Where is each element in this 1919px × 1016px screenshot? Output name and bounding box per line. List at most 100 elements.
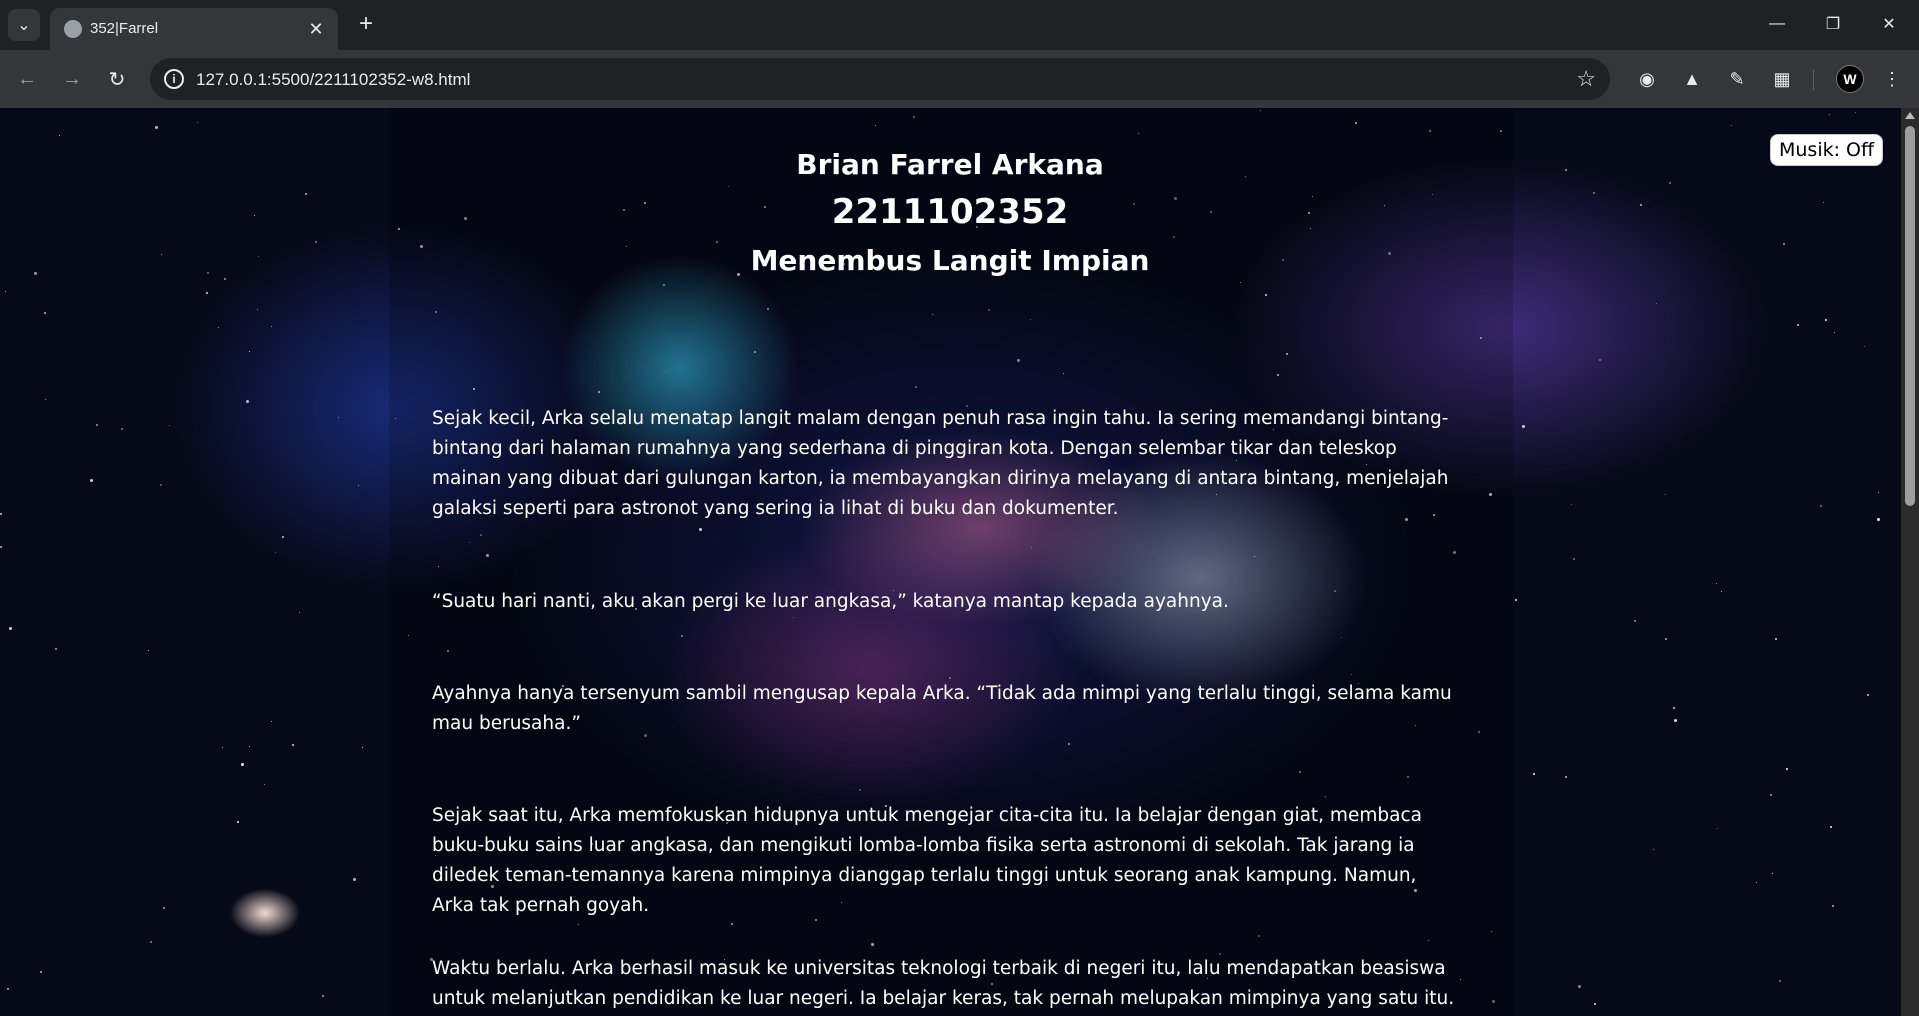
star-dot [40, 971, 42, 973]
star-dot [1578, 985, 1581, 988]
chevron-down-icon: ⌄ [17, 17, 31, 34]
star-dot [292, 744, 294, 746]
star-dot [1594, 1003, 1596, 1005]
minimize-button[interactable]: — [1754, 6, 1800, 42]
restore-button[interactable]: ❐ [1810, 6, 1856, 42]
student-id: 2211102352 [831, 192, 1069, 232]
star-dot [1515, 599, 1517, 601]
star-dot [1673, 707, 1675, 709]
page-scrollbar[interactable] [1901, 108, 1919, 1016]
star-dot [155, 126, 158, 129]
toolbar-divider [1813, 70, 1814, 90]
star-dot [224, 278, 226, 280]
reload-button[interactable]: ↻ [101, 63, 133, 95]
menu-kebab-icon[interactable]: ⋮ [1876, 63, 1908, 95]
music-toggle-button[interactable]: Musik: Off [1770, 134, 1884, 166]
star-dot [1830, 826, 1832, 828]
star-dot [0, 546, 2, 548]
star-dot [1665, 494, 1666, 495]
star-dot [1674, 719, 1677, 722]
star-dot [1571, 504, 1572, 505]
star-dot [1656, 303, 1657, 304]
story-paragraph: Sejak saat itu, Arka memfokuskan hidupny… [432, 805, 1422, 916]
star-dot [1832, 905, 1834, 907]
star-dot [1772, 873, 1773, 874]
scroll-thumb[interactable] [1905, 126, 1915, 506]
forward-button[interactable]: → [56, 63, 88, 95]
extension-brush-icon[interactable]: ✎ [1721, 63, 1753, 95]
star-dot [1669, 182, 1671, 184]
extension-rocket-icon[interactable]: ▲ [1676, 63, 1708, 95]
star-dot [241, 763, 244, 766]
star-dot [362, 747, 363, 748]
star-dot [1829, 114, 1830, 115]
site-info-icon[interactable]: i [164, 69, 184, 89]
star-dot [1797, 324, 1799, 326]
url-text[interactable]: 127.0.0.1:5500/2211102352-w8.html [196, 70, 470, 90]
browser-toolbar: ← → ↻ i 127.0.0.1:5500/2211102352-w8.htm… [0, 50, 1919, 108]
author-name: Brian Farrel Arkana [796, 148, 1104, 181]
star-dot [1756, 882, 1757, 883]
star-dot [0, 513, 2, 515]
story-paragraph: Sejak kecil, Arka selalu menatap langit … [432, 408, 1449, 519]
star-dot [59, 135, 60, 136]
tab-strip: ⌄ 352|Farrel ✕ + — ❐ ✕ [0, 0, 1919, 50]
star-dot [1717, 828, 1718, 829]
profile-avatar[interactable]: W [1836, 65, 1864, 93]
star-dot [1634, 620, 1636, 622]
star-dot [249, 351, 250, 352]
star-dot [222, 747, 223, 748]
new-tab-button[interactable]: + [352, 10, 380, 38]
tab-title: 352|Farrel [90, 20, 159, 37]
star-dot [1565, 776, 1567, 778]
star-dot [1878, 492, 1879, 493]
star-dot [5, 291, 6, 292]
star-dot [1877, 518, 1880, 521]
star-dot [169, 425, 170, 426]
star-dot [55, 648, 57, 650]
star-dot [148, 650, 149, 651]
star-dot [150, 941, 152, 943]
star-dot [96, 424, 98, 426]
bookmark-star-icon[interactable]: ☆ [1576, 66, 1596, 92]
browser-tab[interactable]: 352|Farrel ✕ [50, 8, 338, 50]
star-dot [338, 417, 339, 418]
star-dot [271, 326, 272, 327]
star-dot [1731, 125, 1732, 126]
close-icon[interactable]: ✕ [304, 17, 328, 41]
star-dot [1864, 346, 1865, 347]
story-title: Menembus Langit Impian [750, 244, 1150, 277]
scroll-up-arrow-icon[interactable] [1905, 112, 1915, 119]
star-dot [1834, 332, 1835, 333]
star-dot [7, 988, 9, 990]
star-dot [246, 400, 249, 403]
star-dot [249, 746, 250, 747]
star-dot [1779, 980, 1781, 982]
star-dot [1867, 694, 1869, 696]
star-dot [1855, 112, 1856, 113]
star-dot [264, 784, 265, 785]
star-dot [121, 428, 123, 430]
star-dot [271, 721, 272, 722]
star-dot [257, 309, 258, 310]
star-dot [206, 292, 208, 294]
close-window-button[interactable]: ✕ [1866, 6, 1912, 42]
extension-glasses-icon[interactable]: ◉ [1631, 63, 1663, 95]
star-dot [322, 995, 324, 997]
star-dot [1522, 425, 1525, 428]
star-dot [1653, 849, 1654, 850]
star-dot [1716, 583, 1717, 584]
star-dot [218, 327, 219, 328]
star-dot [197, 122, 198, 123]
star-dot [160, 484, 162, 486]
back-button[interactable]: ← [11, 63, 43, 95]
star-dot [1825, 319, 1827, 321]
tab-search-button[interactable]: ⌄ [8, 9, 40, 41]
star-dot [163, 907, 165, 909]
star-dot [353, 878, 356, 881]
extensions-puzzle-icon[interactable]: ▦ [1766, 63, 1798, 95]
address-bar[interactable]: i 127.0.0.1:5500/2211102352-w8.html ☆ [150, 58, 1610, 100]
star-dot [282, 536, 284, 538]
page-viewport: Brian Farrel Arkana 2211102352 Menembus … [0, 108, 1919, 1016]
star-dot [1665, 638, 1667, 640]
